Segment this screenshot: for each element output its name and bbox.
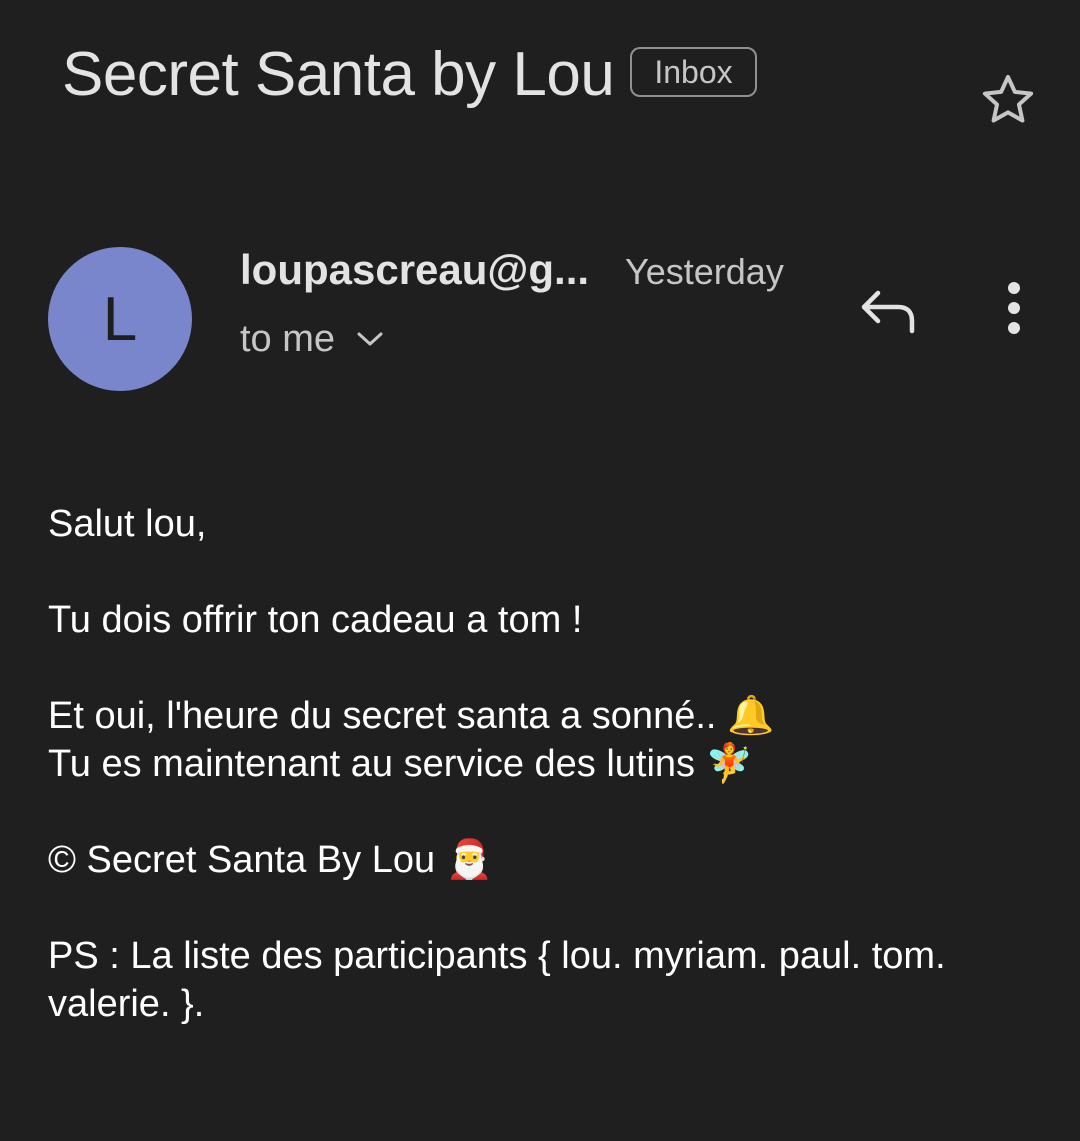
sender-address[interactable]: loupascreau@g... (240, 246, 589, 294)
email-subject: Secret Santa by Lou (62, 40, 615, 109)
message-body: Salut lou, Tu dois offrir ton cadeau a t… (48, 500, 1048, 1076)
reply-icon[interactable] (852, 276, 924, 348)
announcement-line-2: Tu es maintenant au service des lutins 🧚 (48, 743, 753, 785)
subject-row: Secret Santa by Lou Inbox (62, 38, 960, 112)
sender-row: loupascreau@g... Yesterday (240, 246, 784, 294)
recipient-details-toggle[interactable]: to me (240, 318, 385, 361)
participants-line: PS : La liste des participants { lou. my… (48, 935, 946, 1025)
sender-avatar[interactable]: L (48, 247, 192, 391)
announcement-line-1: Et oui, l'heure du secret santa a sonné.… (48, 695, 775, 737)
greeting-line: Salut lou, (48, 503, 207, 545)
star-icon[interactable] (972, 64, 1044, 136)
recipient-label: to me (240, 318, 336, 360)
message-date: Yesterday (625, 251, 784, 292)
signature-line: © Secret Santa By Lou 🎅 (48, 839, 493, 881)
chevron-down-icon (355, 330, 385, 350)
assignment-line: Tu dois offrir ton cadeau a tom ! (48, 599, 583, 641)
inbox-label-chip[interactable]: Inbox (630, 47, 757, 97)
avatar-letter: L (102, 284, 138, 354)
announcement-paragraph: Et oui, l'heure du secret santa a sonné.… (48, 692, 1048, 788)
more-vert-icon[interactable] (984, 276, 1044, 340)
